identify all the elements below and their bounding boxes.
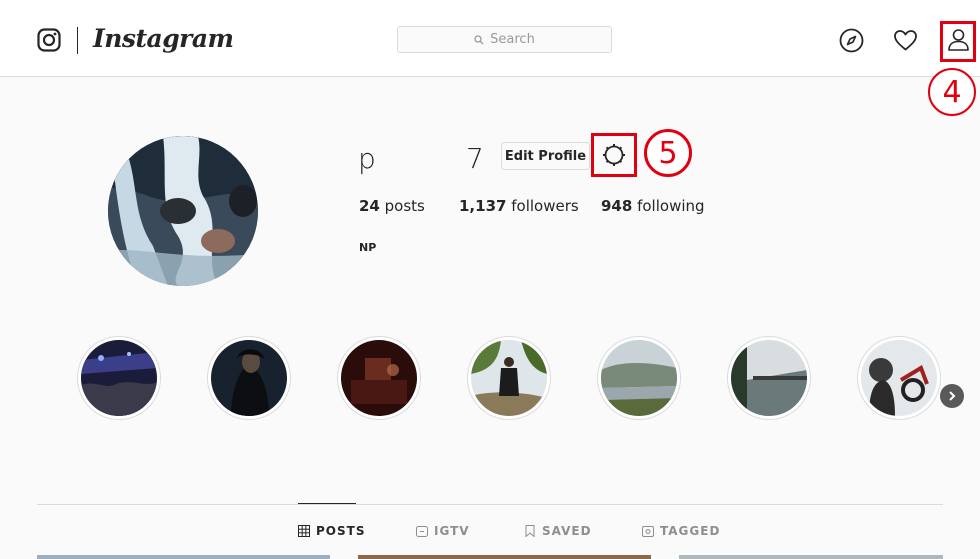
profile-username-suffix: 7 [466, 142, 484, 175]
posts-label: posts [384, 197, 425, 215]
heart-activity-icon[interactable] [893, 28, 918, 53]
grid-icon [298, 525, 310, 537]
followers-count: 1,137 [459, 197, 507, 215]
instagram-wordmark-logo[interactable]: Instagram [93, 24, 234, 53]
tagged-icon [642, 526, 654, 537]
story-highlight-thumbnail [601, 340, 677, 416]
story-highlight-thumbnail [731, 340, 807, 416]
tab-igtv-label: IGTV [434, 524, 470, 538]
highlights-next-button[interactable] [940, 384, 964, 408]
story-highlight-2[interactable] [207, 336, 291, 420]
igtv-icon [416, 526, 428, 537]
tab-tagged[interactable]: TAGGED [642, 523, 720, 539]
annotation-marker-5: 5 [644, 129, 692, 177]
profile-username: p [358, 142, 376, 175]
post-thumbnail[interactable] [37, 555, 330, 559]
tab-saved[interactable]: SAVED [524, 523, 592, 539]
profile-full-name: NP [359, 241, 377, 254]
post-thumbnail[interactable] [358, 555, 651, 559]
post-thumbnail[interactable] [679, 555, 943, 559]
story-highlight-thumbnail [81, 340, 157, 416]
active-tab-indicator [298, 503, 356, 504]
tab-posts[interactable]: POSTS [298, 523, 365, 539]
story-highlight-1[interactable] [77, 336, 161, 420]
followers-stat[interactable]: 1,137 followers [459, 197, 579, 215]
story-highlight-4[interactable] [467, 336, 551, 420]
story-highlight-7[interactable] [857, 336, 941, 420]
story-highlight-thumbnail [211, 340, 287, 416]
chevron-right-icon [949, 391, 956, 401]
tab-saved-label: SAVED [542, 524, 592, 538]
following-label: following [637, 197, 705, 215]
logo-divider [77, 27, 78, 54]
followers-label: followers [511, 197, 579, 215]
tab-tagged-label: TAGGED [660, 524, 721, 538]
story-highlight-thumbnail [861, 340, 937, 416]
annotation-marker-4: 4 [928, 68, 976, 116]
tab-igtv[interactable]: IGTV [416, 523, 470, 539]
edit-profile-button[interactable]: Edit Profile [501, 142, 590, 170]
tabs-divider [37, 504, 943, 505]
search-input[interactable]: Search [397, 26, 612, 53]
story-highlight-6[interactable] [727, 336, 811, 420]
story-highlight-thumbnail [471, 340, 547, 416]
avatar[interactable] [108, 136, 258, 286]
posts-count: 24 [359, 197, 380, 215]
search-icon [474, 34, 484, 44]
posts-stat: 24 posts [359, 197, 425, 215]
following-count: 948 [601, 197, 633, 215]
instagram-camera-icon[interactable] [37, 28, 61, 52]
top-navigation-bar: Instagram Search [0, 0, 980, 77]
following-stat[interactable]: 948 following [601, 197, 705, 215]
profile-user-icon[interactable] [946, 27, 971, 52]
settings-gear-icon [603, 144, 625, 166]
tab-posts-label: POSTS [316, 524, 366, 538]
story-highlight-5[interactable] [597, 336, 681, 420]
explore-compass-icon[interactable] [839, 28, 864, 53]
settings-button[interactable] [591, 133, 637, 177]
story-highlight-thumbnail [341, 340, 417, 416]
search-placeholder: Search [490, 32, 535, 47]
story-highlight-3[interactable] [337, 336, 421, 420]
bookmark-icon [525, 525, 535, 537]
